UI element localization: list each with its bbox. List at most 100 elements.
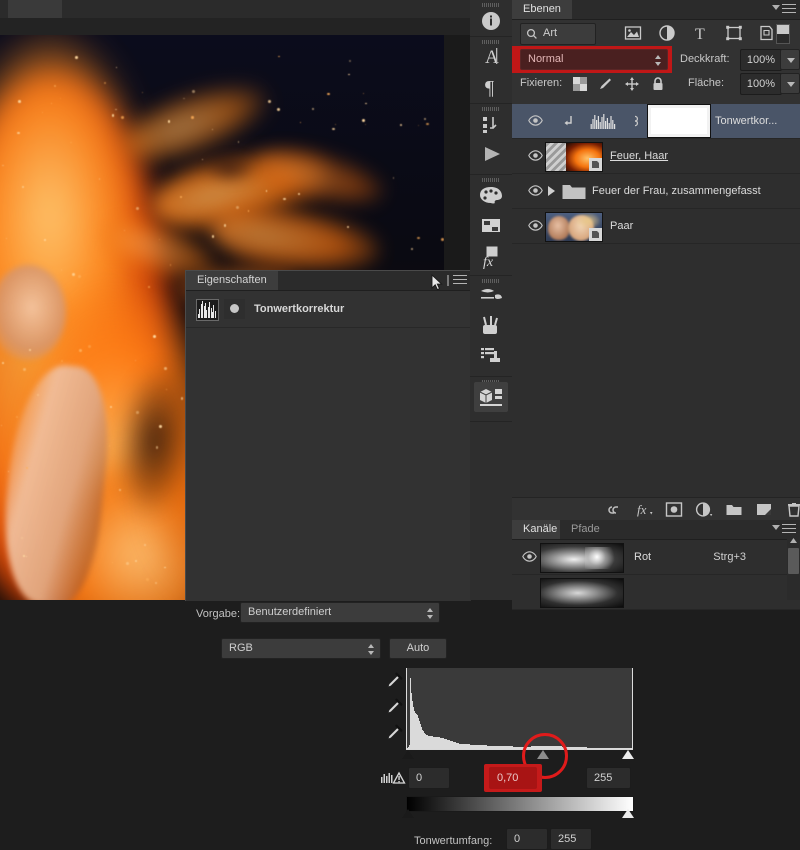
panel-divider bbox=[447, 275, 449, 286]
white-point-eyedropper-icon[interactable] bbox=[382, 723, 404, 745]
group-expand-triangle-icon[interactable] bbox=[548, 186, 555, 196]
input-black-slider[interactable] bbox=[402, 750, 414, 759]
layer-thumbnail[interactable] bbox=[545, 142, 603, 172]
brush-icon[interactable] bbox=[470, 311, 512, 341]
layer-row[interactable]: Feuer, Haar bbox=[512, 139, 800, 174]
layer-thumbnail[interactable] bbox=[545, 212, 603, 242]
new-group-icon[interactable] bbox=[725, 501, 743, 518]
actions-icon[interactable] bbox=[470, 109, 512, 139]
scrollbar-thumb[interactable] bbox=[788, 548, 799, 574]
filter-smart-objects-icon[interactable] bbox=[757, 24, 775, 42]
paragraph-icon[interactable]: ¶ bbox=[470, 71, 512, 101]
channel-row[interactable]: Rot Strg+3 bbox=[512, 540, 800, 575]
new-adjustment-layer-icon[interactable] bbox=[695, 501, 713, 518]
info-icon[interactable] bbox=[470, 6, 512, 36]
lock-all-icon[interactable] bbox=[650, 76, 666, 92]
output-levels-gradient bbox=[406, 796, 634, 812]
smart-object-badge-icon bbox=[589, 158, 602, 171]
auto-button[interactable]: Auto bbox=[389, 638, 447, 659]
chevron-down-icon bbox=[787, 58, 795, 63]
layer-row[interactable]: Feuer der Frau, zusammengefasst bbox=[512, 174, 800, 209]
link-layers-icon[interactable] bbox=[606, 501, 624, 518]
opacity-label: Deckkraft: bbox=[680, 53, 730, 65]
brush-presets-icon[interactable] bbox=[470, 281, 512, 311]
tab-eigenschaften[interactable]: Eigenschaften bbox=[186, 271, 278, 290]
layers-bottom-toolbar: fx bbox=[512, 497, 800, 520]
output-black-field[interactable]: 0 bbox=[506, 828, 548, 850]
layer-mask-thumbnail[interactable] bbox=[647, 104, 711, 138]
lock-position-move-icon[interactable] bbox=[624, 76, 640, 92]
layer-row[interactable]: Tonwertkor... bbox=[512, 104, 800, 139]
character-icon[interactable]: A bbox=[470, 41, 512, 71]
filter-toggle-switch[interactable] bbox=[776, 24, 790, 44]
add-layer-mask-icon[interactable] bbox=[665, 501, 683, 518]
channels-panel-menu-icon[interactable] bbox=[782, 524, 796, 535]
panel-icon-dock: A ¶ fx bbox=[470, 0, 513, 600]
swatches-icon[interactable] bbox=[470, 210, 512, 240]
fx-styles-icon[interactable]: fx bbox=[470, 240, 512, 270]
lock-image-brush-icon[interactable] bbox=[598, 76, 614, 92]
clipping-mask-arrow-icon bbox=[562, 115, 574, 127]
channels-scrollbar[interactable] bbox=[787, 536, 800, 600]
output-black-slider[interactable] bbox=[402, 809, 414, 818]
clone-source-icon[interactable] bbox=[470, 341, 512, 371]
layer-visibility-eye-icon[interactable] bbox=[528, 220, 543, 231]
input-gamma-field[interactable]: 0,70 bbox=[489, 767, 537, 789]
levels-histogram[interactable] bbox=[406, 668, 633, 750]
histogram-warning-icon[interactable] bbox=[380, 769, 410, 787]
opacity-field[interactable]: 100% bbox=[740, 49, 782, 71]
scroll-up-arrow-icon[interactable] bbox=[788, 536, 799, 545]
adjustment-title: Tonwertkorrektur bbox=[254, 303, 345, 315]
properties-panel-menu-icon[interactable] bbox=[453, 275, 467, 286]
input-white-slider[interactable] bbox=[622, 750, 634, 759]
fill-dropdown-button[interactable] bbox=[780, 73, 800, 94]
layer-mask-icon[interactable] bbox=[224, 299, 245, 319]
channel-select[interactable]: RGB bbox=[221, 638, 381, 659]
properties-3d-icon[interactable] bbox=[474, 382, 508, 412]
channel-shortcut: Strg+3 bbox=[713, 551, 746, 563]
mask-link-icon[interactable] bbox=[630, 114, 640, 128]
channel-visibility-eye-icon[interactable] bbox=[522, 551, 537, 562]
filter-shape-layers-icon[interactable] bbox=[725, 24, 743, 42]
layer-filter-kind-select[interactable]: Art bbox=[520, 23, 596, 45]
channel-thumbnail[interactable] bbox=[540, 543, 624, 573]
opacity-dropdown-button[interactable] bbox=[780, 49, 800, 70]
layer-filter-row: Art T bbox=[512, 20, 800, 46]
tab-ebenen[interactable]: Ebenen bbox=[512, 0, 572, 19]
gray-point-eyedropper-icon[interactable] bbox=[382, 697, 404, 719]
new-layer-icon[interactable] bbox=[755, 501, 773, 518]
input-white-field[interactable]: 255 bbox=[586, 767, 631, 789]
layer-visibility-eye-icon[interactable] bbox=[528, 150, 543, 161]
channel-thumbnail[interactable] bbox=[540, 578, 624, 608]
delete-layer-trash-icon[interactable] bbox=[785, 501, 800, 518]
folder-icon bbox=[562, 183, 586, 200]
output-white-slider[interactable] bbox=[622, 809, 634, 818]
layer-list[interactable]: Tonwertkor... Feuer, Haar Feuer der Frau,… bbox=[512, 104, 800, 500]
chevron-down-icon[interactable] bbox=[772, 5, 780, 10]
output-white-field[interactable]: 255 bbox=[550, 828, 592, 850]
chevron-down-icon[interactable] bbox=[772, 525, 780, 530]
layer-visibility-eye-icon[interactable] bbox=[528, 185, 543, 196]
black-point-eyedropper-icon[interactable] bbox=[382, 671, 404, 693]
fill-field[interactable]: 100% bbox=[740, 73, 782, 95]
blend-mode-select[interactable]: Normal bbox=[520, 49, 668, 70]
layer-visibility-eye-icon[interactable] bbox=[528, 115, 543, 126]
layers-panel-menu-icon[interactable] bbox=[782, 4, 796, 15]
input-black-field[interactable]: 0 bbox=[408, 767, 450, 789]
blend-mode-row: Normal Deckkraft: 100% bbox=[512, 46, 800, 73]
document-tab[interactable] bbox=[8, 0, 62, 18]
color-icon[interactable] bbox=[470, 180, 512, 210]
layer-style-fx-icon[interactable]: fx bbox=[636, 501, 654, 518]
play-icon[interactable] bbox=[470, 139, 512, 169]
filter-adjustment-layers-icon[interactable] bbox=[658, 24, 676, 42]
tab-pfade[interactable]: Pfade bbox=[560, 520, 611, 539]
preset-select[interactable]: Benutzerdefiniert bbox=[240, 602, 440, 623]
channel-row[interactable] bbox=[512, 575, 800, 610]
layer-row[interactable]: Paar bbox=[512, 209, 800, 244]
fill-label: Fläche: bbox=[688, 77, 725, 89]
filter-type-layers-icon[interactable]: T bbox=[692, 24, 710, 42]
adjustment-thumbnail-levels-icon[interactable] bbox=[590, 113, 616, 129]
filter-pixel-layers-icon[interactable] bbox=[624, 24, 642, 42]
lock-transparency-icon[interactable] bbox=[572, 76, 588, 92]
histogram-baseline bbox=[406, 749, 633, 750]
